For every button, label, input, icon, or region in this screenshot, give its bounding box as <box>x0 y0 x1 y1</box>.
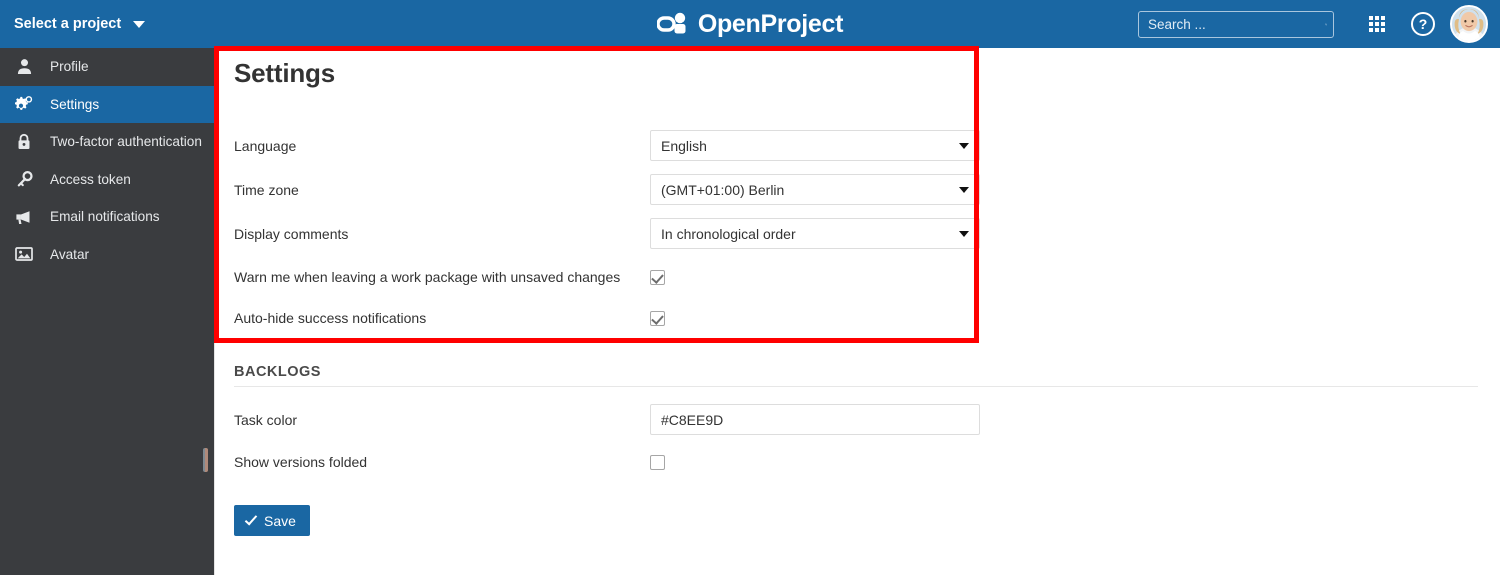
auto-hide-notifications-checkbox[interactable] <box>650 310 665 326</box>
task-color-label: Task color <box>234 411 298 428</box>
sidebar-item-label: Avatar <box>50 246 90 262</box>
app-root: Select a project OpenProject Search ... … <box>0 0 1500 575</box>
auto-hide-notifications-label: Auto-hide success notifications <box>234 310 427 326</box>
sidebar-item-label: Profile <box>50 59 89 75</box>
time-zone-label: Time zone <box>234 181 299 198</box>
sidebar-collapse-handle[interactable] <box>203 448 208 472</box>
sidebar-item-avatar[interactable]: Avatar <box>0 236 214 274</box>
display-comments-label: Display comments <box>234 225 349 242</box>
avatar[interactable] <box>1450 5 1488 43</box>
form-row-show-versions-folded: Show versions folded <box>234 454 1434 470</box>
chevron-down-icon <box>959 186 969 193</box>
project-select-button[interactable]: Select a project <box>0 0 159 48</box>
display-comments-value: In chronological order <box>661 225 796 242</box>
avatar-image <box>1452 7 1486 41</box>
page-title: Settings <box>234 58 335 88</box>
chevron-down-icon <box>959 142 969 149</box>
search-input[interactable] <box>1148 16 1325 32</box>
form-row-auto-hide-notifications: Auto-hide success notifications <box>234 310 1434 326</box>
main-content: Settings Language English Time zone (GMT… <box>215 48 1500 575</box>
megaphone-icon <box>14 207 34 227</box>
form-row-display-comments: Display comments In chronological order <box>234 218 1434 249</box>
language-select[interactable]: English <box>650 130 980 161</box>
sidebar-item-settings[interactable]: Settings <box>0 85 214 123</box>
gear-icon <box>14 94 34 114</box>
chevron-down-icon <box>133 20 146 28</box>
sidebar-item-label: Two-factor authentication <box>50 134 202 150</box>
image-icon <box>14 244 34 264</box>
backlogs-heading: BACKLOGS <box>234 364 321 380</box>
show-versions-folded-checkbox[interactable] <box>650 454 665 470</box>
time-zone-select[interactable]: (GMT+01:00) Berlin <box>650 174 980 205</box>
form-row-time-zone: Time zone (GMT+01:00) Berlin <box>234 174 1434 205</box>
sidebar-item-email-notifications[interactable]: Email notifications <box>0 198 214 236</box>
check-icon <box>244 512 258 526</box>
top-header: Select a project OpenProject Search ... … <box>0 0 1500 48</box>
header-right-tools: ? <box>1138 0 1500 48</box>
show-versions-folded-label: Show versions folded <box>234 454 368 470</box>
person-icon <box>14 57 34 77</box>
sidebar-item-label: Access token <box>50 171 131 187</box>
save-button[interactable]: Save <box>234 505 310 536</box>
backlogs-divider <box>234 386 1478 387</box>
lock-icon <box>14 132 34 152</box>
sidebar-item-profile[interactable]: Profile <box>0 48 214 86</box>
sidebar-item-label: Settings <box>50 96 100 112</box>
search-box[interactable] <box>1138 10 1334 38</box>
sidebar: Profile Settings Two-factor authenticati… <box>0 48 214 575</box>
search-icon[interactable] <box>1325 17 1327 32</box>
warn-unsaved-changes-label: Warn me when leaving a work package with… <box>234 269 621 285</box>
openproject-mark-icon <box>656 12 686 34</box>
project-select-label: Select a project <box>14 16 122 32</box>
help-button[interactable]: ? <box>1400 0 1446 48</box>
warn-unsaved-changes-checkbox[interactable] <box>650 269 665 285</box>
display-comments-select[interactable]: In chronological order <box>650 218 980 249</box>
sidebar-item-two-factor-authentication[interactable]: Two-factor authentication <box>0 123 214 161</box>
chevron-down-icon <box>959 230 969 237</box>
sidebar-item-label: Email notifications <box>50 209 160 225</box>
help-glyph: ? <box>1418 16 1428 32</box>
time-zone-value: (GMT+01:00) Berlin <box>661 181 785 198</box>
openproject-logo[interactable]: OpenProject <box>656 9 844 39</box>
sidebar-item-access-token[interactable]: Access token <box>0 161 214 199</box>
form-row-warn-unsaved-changes: Warn me when leaving a work package with… <box>234 269 1434 285</box>
key-icon <box>14 169 34 189</box>
form-row-language: Language English <box>234 130 1434 161</box>
save-label: Save <box>264 512 296 529</box>
modules-button[interactable] <box>1354 0 1400 48</box>
language-label: Language <box>234 137 297 154</box>
logo-text: OpenProject <box>697 9 844 38</box>
task-color-input[interactable] <box>650 404 980 435</box>
language-value: English <box>661 137 707 154</box>
form-row-task-color: Task color <box>234 404 1434 435</box>
grid-icon <box>1369 16 1385 32</box>
help-icon: ? <box>1411 12 1435 36</box>
